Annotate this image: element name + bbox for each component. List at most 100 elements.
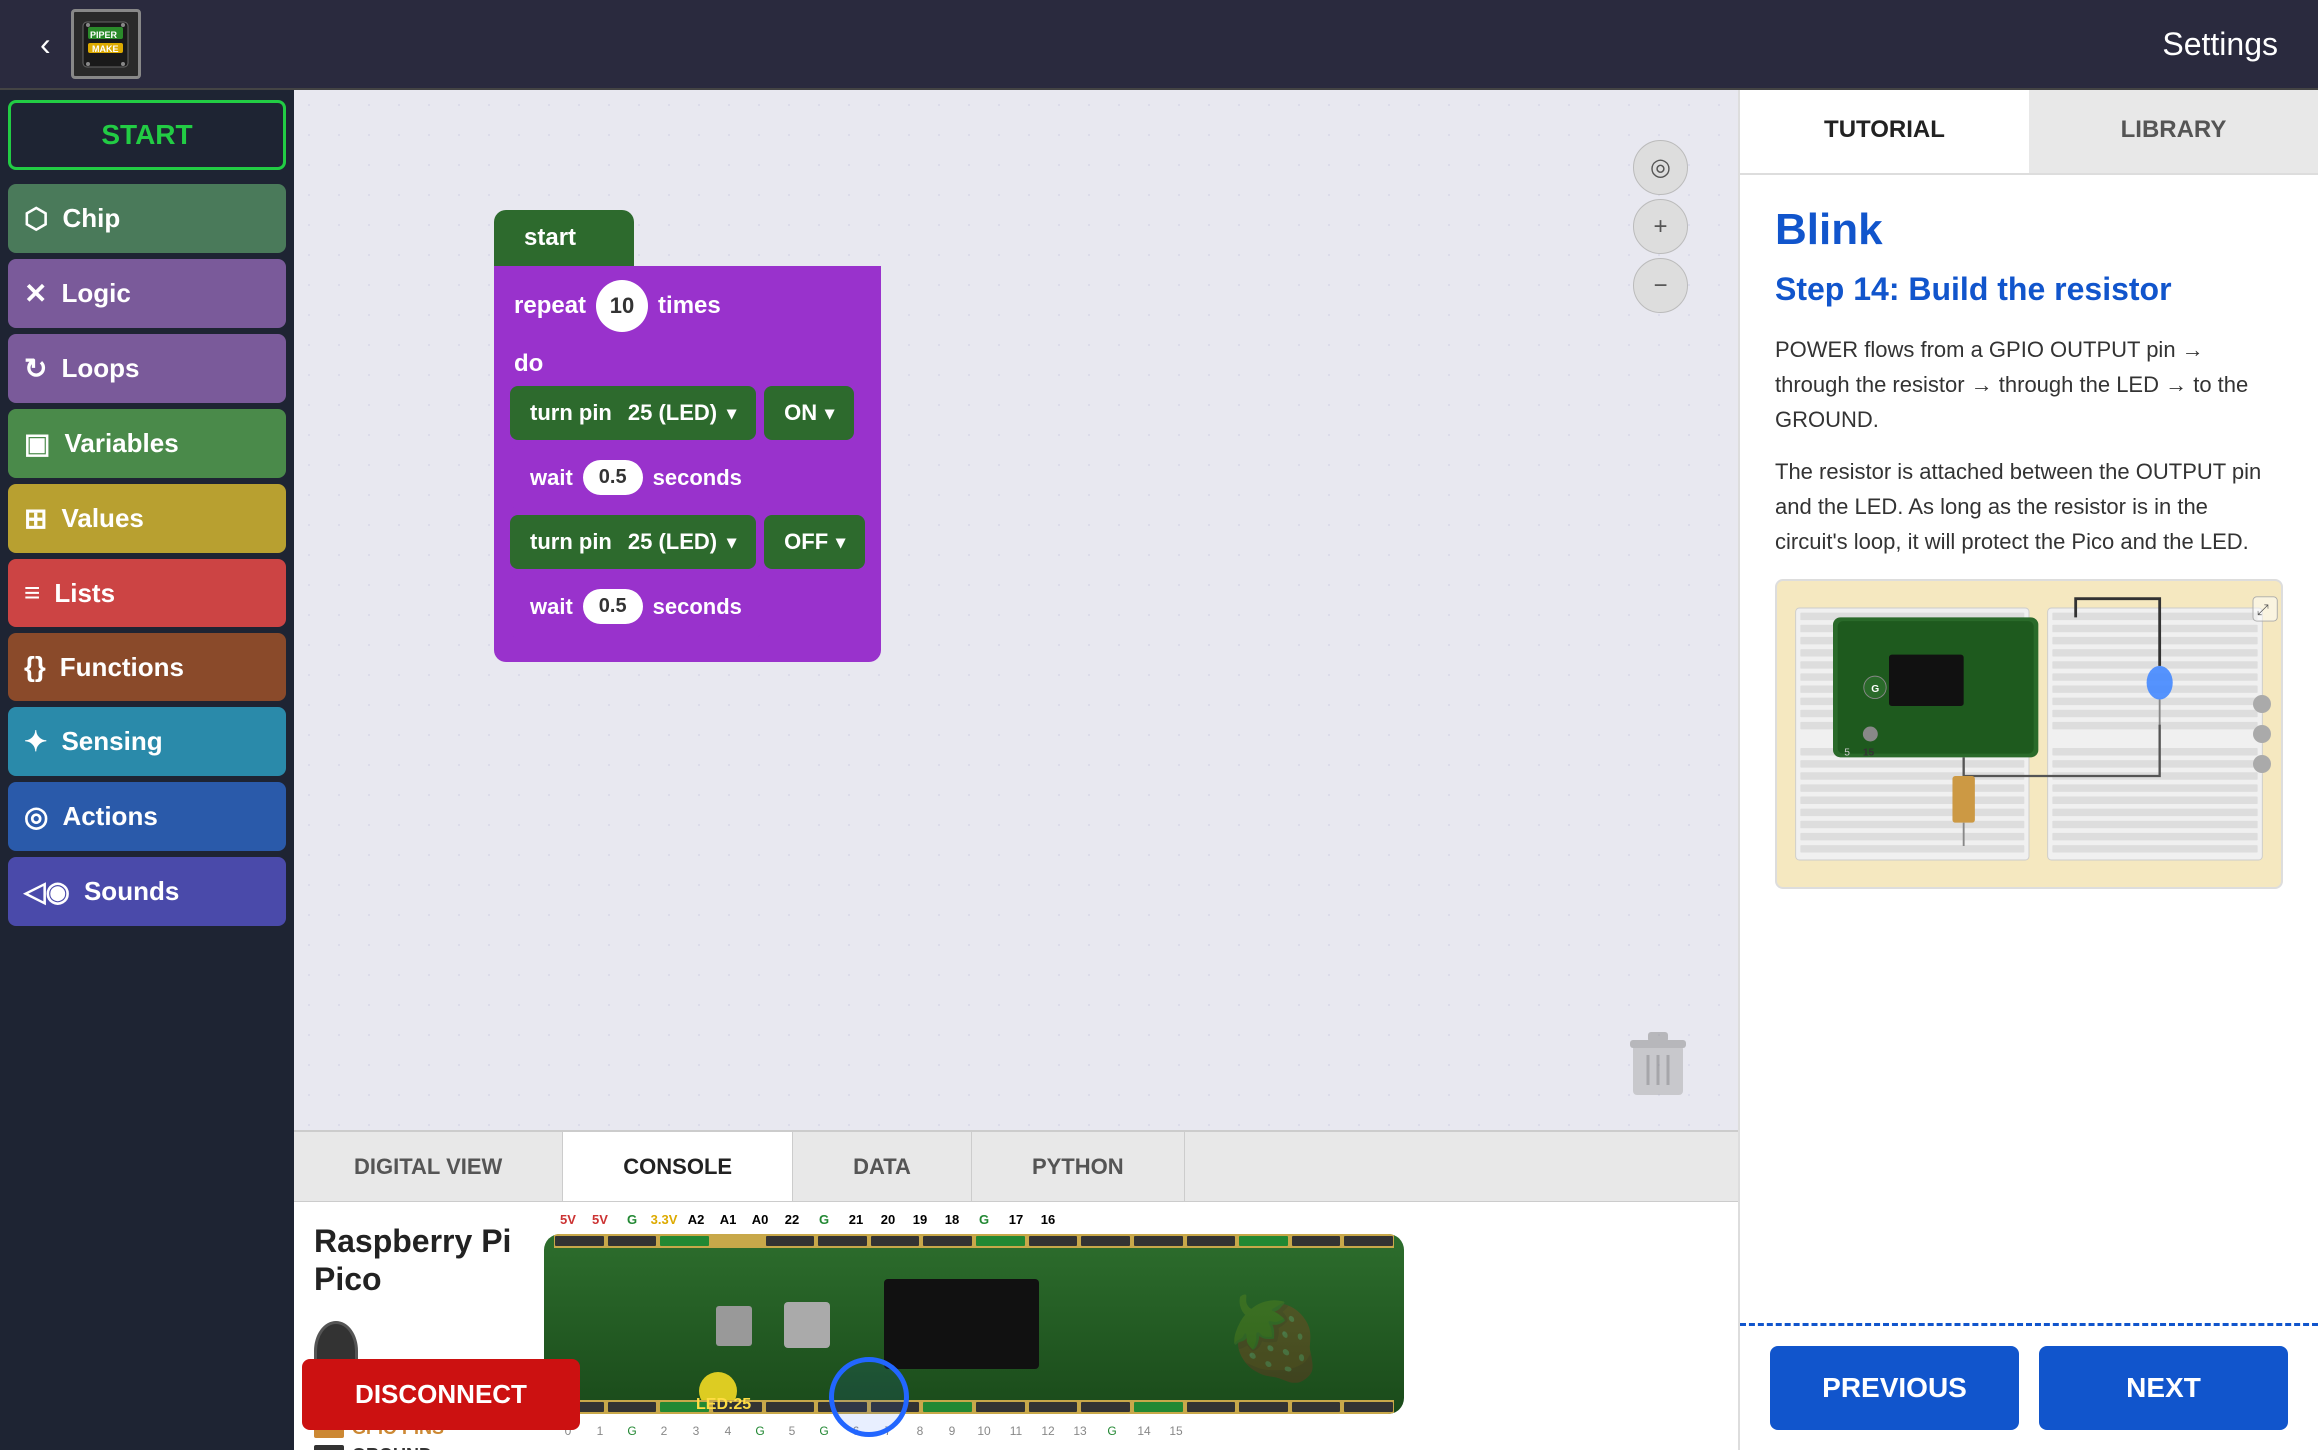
- rpi-logo-watermark: 🍓: [1204, 1284, 1344, 1394]
- off-label: OFF: [784, 529, 828, 555]
- tutorial-title: Blink: [1775, 205, 2283, 255]
- scroll-dot-3: [2253, 755, 2271, 773]
- tab-console[interactable]: CONSOLE: [563, 1132, 793, 1201]
- tutorial-para-1: POWER flows from a GPIO OUTPUT pin → thr…: [1775, 332, 2283, 438]
- canvas-area: ◎ + − start: [294, 90, 1738, 1450]
- tab-python[interactable]: PYTHON: [972, 1132, 1185, 1201]
- turn-pin-off[interactable]: turn pin 25 (LED) ▾: [510, 515, 756, 569]
- sidebar-item-logic[interactable]: ✕ Logic: [8, 259, 286, 328]
- sidebar-item-values[interactable]: ⊞ Values: [8, 484, 286, 553]
- turn-pin-off-block: turn pin 25 (LED) ▾ OFF ▾: [510, 515, 865, 569]
- tutorial-step: Step 14: Build the resistor: [1775, 271, 2283, 308]
- back-button[interactable]: ‹: [40, 26, 51, 63]
- sidebar-item-variables[interactable]: ▣ Variables: [8, 409, 286, 478]
- svg-text:15: 15: [1863, 748, 1875, 759]
- wait-value-1[interactable]: 0.5: [583, 460, 643, 495]
- sidebar-item-label: Lists: [54, 578, 115, 609]
- turn-pin-on[interactable]: turn pin 25 (LED) ▾: [510, 386, 756, 440]
- wait-2[interactable]: wait 0.5 seconds: [510, 575, 762, 638]
- sidebar-item-functions[interactable]: {} Functions: [8, 633, 286, 701]
- zoom-in-button[interactable]: +: [1633, 199, 1688, 254]
- zoom-out-button[interactable]: −: [1633, 258, 1688, 313]
- sidebar-item-chip[interactable]: ⬡ Chip: [8, 184, 286, 253]
- seconds-label-1: seconds: [653, 465, 742, 491]
- sounds-icon: ◁◉: [24, 875, 70, 908]
- scroll-dot-1: [2253, 695, 2271, 713]
- lists-icon: ≡: [24, 577, 40, 609]
- sidebar-item-sounds[interactable]: ◁◉ Sounds: [8, 857, 286, 926]
- settings-button[interactable]: Settings: [2162, 26, 2278, 63]
- wait-value-2[interactable]: 0.5: [583, 589, 643, 624]
- circle-indicator: [829, 1357, 909, 1437]
- repeat-block[interactable]: repeat 10 times do turn pin 25 (LED) ▾: [494, 266, 881, 662]
- svg-text:5: 5: [1844, 748, 1850, 759]
- sidebar-item-actions[interactable]: ◎ Actions: [8, 782, 286, 851]
- zoom-reset-button[interactable]: ◎: [1633, 140, 1688, 195]
- times-label: times: [658, 292, 721, 320]
- tab-tutorial[interactable]: TUTORIAL: [1740, 90, 2029, 173]
- actions-icon: ◎: [24, 800, 48, 833]
- previous-button[interactable]: PREVIOUS: [1770, 1346, 2019, 1430]
- board-body: 🍓: [544, 1234, 1404, 1414]
- wait-block-2: wait 0.5 seconds: [510, 575, 865, 638]
- blockly-canvas[interactable]: ◎ + − start: [294, 90, 1738, 1130]
- wait-1[interactable]: wait 0.5 seconds: [510, 446, 762, 509]
- sidebar-item-lists[interactable]: ≡ Lists: [8, 559, 286, 627]
- header-left: ‹ PIPER MAKE: [40, 9, 141, 79]
- turn-pin-label-1: turn pin: [530, 400, 612, 426]
- do-label: do: [494, 346, 881, 382]
- sidebar-item-label: Functions: [60, 652, 184, 683]
- main-layout: START ⬡ Chip ✕ Logic ↻ Loops ▣ Variables…: [0, 90, 2318, 1450]
- loops-icon: ↻: [24, 352, 47, 385]
- chip-icon: ⬡: [24, 202, 48, 235]
- on-label: ON: [784, 400, 817, 426]
- led-label: LED:25: [696, 1396, 751, 1414]
- sensing-icon: ✦: [24, 725, 47, 758]
- breadboard-illustration: 15 5 G: [1777, 581, 2281, 887]
- disconnect-button[interactable]: DISCONNECT: [302, 1359, 580, 1430]
- off-block[interactable]: OFF ▾: [764, 515, 865, 569]
- pin-strip-bottom: [554, 1400, 1394, 1414]
- turn-pin-on-block: turn pin 25 (LED) ▾ ON ▾: [510, 386, 865, 440]
- logo: PIPER MAKE: [71, 9, 141, 79]
- scroll-dots: [2253, 695, 2271, 773]
- sidebar-item-label: Loops: [61, 353, 139, 384]
- wait-label-1: wait: [530, 465, 573, 491]
- tab-digital-view[interactable]: DIGITAL VIEW: [294, 1132, 563, 1201]
- trash-icon[interactable]: [1628, 1030, 1688, 1100]
- sidebar: START ⬡ Chip ✕ Logic ↻ Loops ▣ Variables…: [0, 90, 294, 1450]
- start-block[interactable]: start: [494, 210, 634, 266]
- svg-text:PIPER: PIPER: [90, 30, 118, 40]
- functions-icon: {}: [24, 651, 46, 683]
- nav-buttons: PREVIOUS NEXT: [1740, 1323, 2318, 1450]
- sidebar-item-loops[interactable]: ↻ Loops: [8, 334, 286, 403]
- sidebar-item-label: Logic: [61, 278, 130, 309]
- right-panel: TUTORIAL LIBRARY Blink Step 14: Build th…: [1738, 90, 2318, 1450]
- wait-block-1: wait 0.5 seconds: [510, 446, 865, 509]
- logo-svg: PIPER MAKE: [78, 17, 133, 72]
- tab-data[interactable]: DATA: [793, 1132, 972, 1201]
- dropdown-arrow-on: ▾: [825, 403, 834, 424]
- right-tabs: TUTORIAL LIBRARY: [1740, 90, 2318, 175]
- tutorial-image: 15 5 G: [1775, 579, 2283, 889]
- header: ‹ PIPER MAKE Settings: [0, 0, 2318, 90]
- scroll-dot-2: [2253, 725, 2271, 743]
- dropdown-arrow-off: ▾: [836, 532, 845, 553]
- variables-icon: ▣: [24, 427, 50, 460]
- pin-value-2: 25 (LED): [628, 529, 717, 555]
- sidebar-item-label: Sensing: [61, 726, 162, 757]
- wait-label-2: wait: [530, 594, 573, 620]
- sidebar-item-sensing[interactable]: ✦ Sensing: [8, 707, 286, 776]
- legend-ground: GROUND: [314, 1445, 514, 1450]
- usb-connector: [716, 1306, 752, 1346]
- start-button[interactable]: START: [8, 100, 286, 170]
- on-block[interactable]: ON ▾: [764, 386, 854, 440]
- pin-strip-top: [554, 1234, 1394, 1248]
- next-button[interactable]: NEXT: [2039, 1346, 2288, 1430]
- seconds-label-2: seconds: [653, 594, 742, 620]
- rpi-board: 5V 5V G 3.3V A2 A1 A0 22 G 21 20 19 18 G: [544, 1212, 1404, 1442]
- turn-pin-label-2: turn pin: [530, 529, 612, 555]
- sidebar-item-label: Values: [61, 503, 143, 534]
- repeat-count[interactable]: 10: [596, 280, 648, 332]
- tab-library[interactable]: LIBRARY: [2029, 90, 2318, 173]
